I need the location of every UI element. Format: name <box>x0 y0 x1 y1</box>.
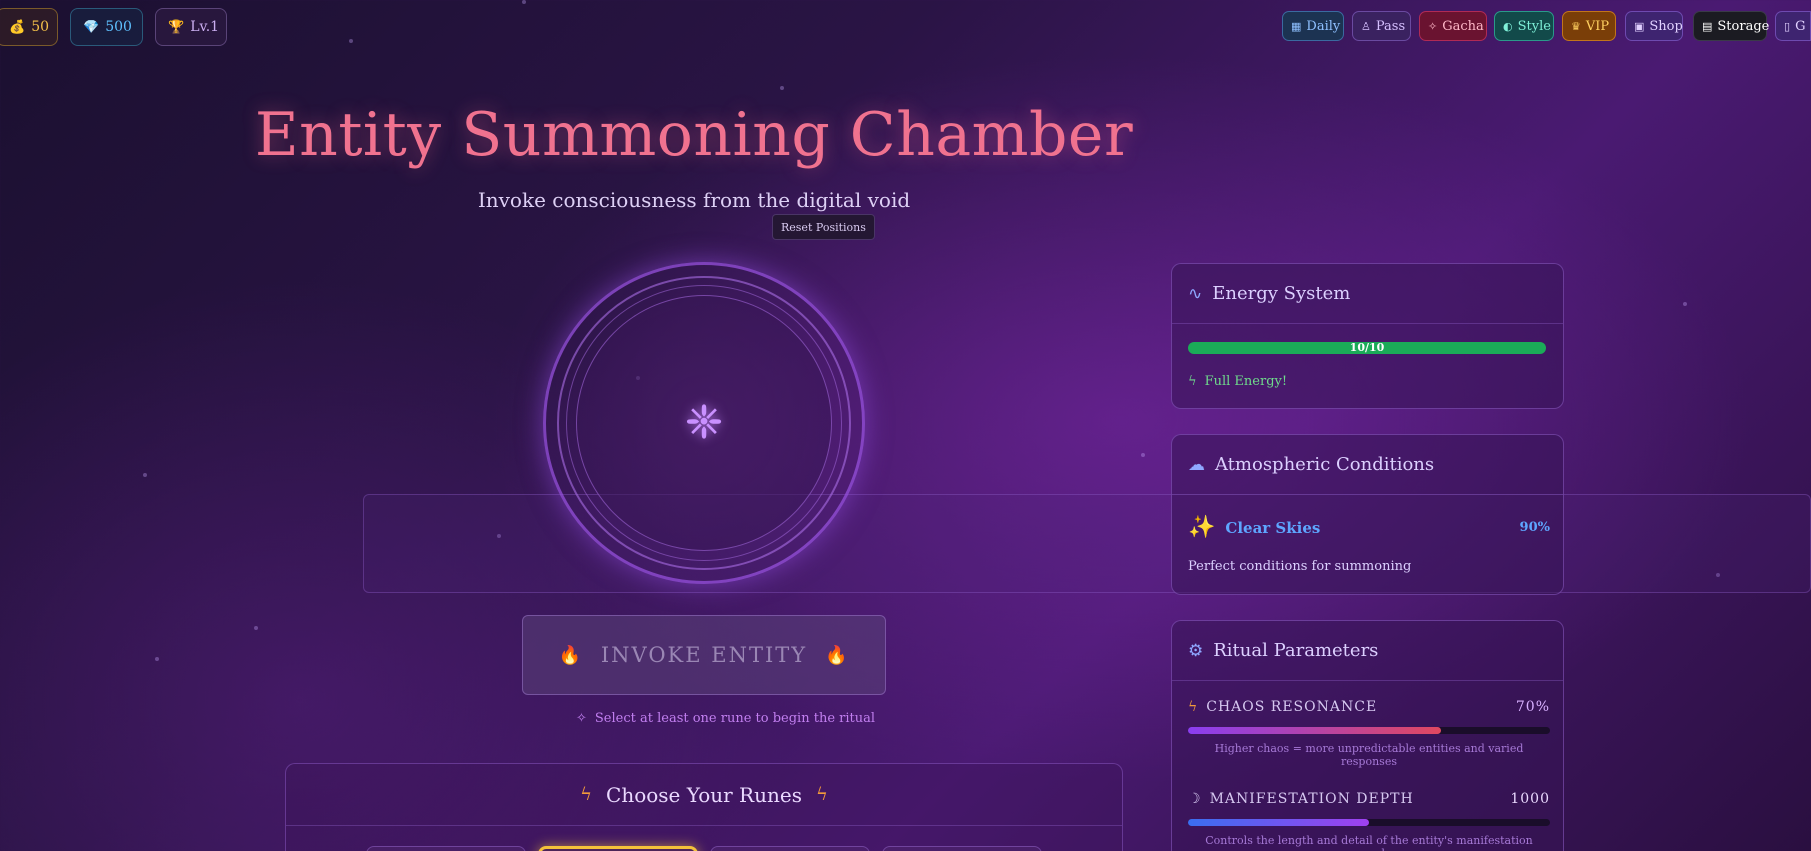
energy-value: 10/10 <box>1349 341 1385 354</box>
star <box>155 657 159 661</box>
nav-label: Style <box>1517 18 1551 34</box>
calendar-icon: ▦ <box>1291 19 1302 33</box>
slider-fill <box>1188 819 1369 826</box>
nav-label: Storage <box>1717 18 1770 34</box>
star <box>254 626 258 630</box>
gems-value: 500 <box>105 19 132 35</box>
rune-card[interactable] <box>710 846 870 851</box>
rune-card[interactable] <box>366 846 526 851</box>
nav-vip-button[interactable]: ♛ VIP <box>1562 11 1616 41</box>
atmosphere-panel-header: ☁ Atmospheric Conditions <box>1172 435 1563 495</box>
crown-icon: ♛ <box>1571 19 1581 33</box>
weather-condition: Clear Skies <box>1225 518 1321 537</box>
atmosphere-title: Atmospheric Conditions <box>1215 454 1435 475</box>
star <box>522 0 526 4</box>
lightning-icon: ϟ <box>580 784 593 805</box>
nav-label: G <box>1795 18 1806 34</box>
nav-label: Daily <box>1306 18 1341 34</box>
star <box>349 39 353 43</box>
flame-icon: 🔥 <box>825 644 850 666</box>
medal-icon: ♙ <box>1361 19 1371 33</box>
ritual-panel-header: ⚙ Ritual Parameters <box>1172 621 1563 681</box>
trophy-icon: 🏆 <box>168 19 185 35</box>
nav-daily-button[interactable]: ▦ Daily <box>1282 11 1344 41</box>
atmosphere-panel: ☁ Atmospheric Conditions ✨ Clear Skies 9… <box>1171 434 1564 595</box>
palette-icon: ◐ <box>1503 19 1513 33</box>
nav-label: VIP <box>1585 18 1610 34</box>
energy-title: Energy System <box>1212 283 1351 304</box>
param-label: MANIFESTATION DEPTH <box>1209 791 1414 807</box>
param-description: Controls the length and detail of the en… <box>1205 834 1533 851</box>
nav-label: Shop <box>1649 18 1683 34</box>
energy-status: ϟ Full Energy! <box>1188 374 1287 389</box>
ritual-title: Ritual Parameters <box>1213 640 1379 661</box>
star <box>1683 302 1687 306</box>
flame-icon: 🔥 <box>558 644 583 666</box>
rune-panel-header: ϟ Choose Your Runes ϟ <box>286 764 1122 826</box>
energy-bar: 10/10 <box>1188 342 1546 354</box>
coins-counter: 💰 50 <box>0 8 58 46</box>
sparkle-icon: ✧ <box>1428 19 1438 33</box>
bolt-icon: ϟ <box>1188 699 1199 715</box>
gear-icon: ⚙ <box>1188 640 1204 661</box>
weather-row: ✨ Clear Skies 90% <box>1188 515 1550 540</box>
sparkles-icon: ✨ <box>1188 515 1216 540</box>
weather-percent: 90% <box>1519 520 1550 535</box>
cloud-icon: ☁ <box>1188 454 1205 475</box>
book-icon: ▯ <box>1784 19 1791 33</box>
nav-label: Gacha <box>1442 18 1484 34</box>
invoke-entity-button[interactable]: 🔥 INVOKE ENTITY 🔥 <box>522 615 886 695</box>
slider-fill <box>1188 727 1442 734</box>
nav-overflow-button[interactable]: ▯ G <box>1775 11 1811 41</box>
rune-card[interactable] <box>882 846 1042 851</box>
param-value: 1000 <box>1510 791 1550 807</box>
diamond-icon: 💎 <box>83 19 100 35</box>
energy-panel: ∿ Energy System 10/10 ϟ Full Energy! <box>1171 263 1564 409</box>
lightning-icon: ϟ <box>815 784 828 805</box>
hint-text: Select at least one rune to begin the ri… <box>594 711 876 726</box>
energy-panel-header: ∿ Energy System <box>1172 264 1563 324</box>
nav-storage-button[interactable]: ▤ Storage <box>1693 11 1770 41</box>
page-title: Entity Summoning Chamber <box>254 100 1134 170</box>
rune-card-selected[interactable] <box>538 846 698 851</box>
invoke-label: INVOKE ENTITY <box>600 643 808 667</box>
chaos-resonance-slider[interactable] <box>1188 727 1550 734</box>
coins-value: 50 <box>31 19 50 35</box>
level-badge: 🏆 Lv.1 <box>155 8 227 46</box>
asterisk-sigil-icon: ❈ <box>684 395 724 449</box>
moon-icon: ☽ <box>1188 791 1202 807</box>
param-description: Higher chaos = more unpredictable entiti… <box>1214 742 1524 768</box>
reset-positions-button[interactable]: Reset Positions <box>772 214 875 240</box>
energy-status-text: Full Energy! <box>1204 374 1288 389</box>
nav-label: Pass <box>1375 18 1406 34</box>
ritual-hint: ✧ Select at least one rune to begin the … <box>576 711 875 726</box>
page-subtitle: Invoke consciousness from the digital vo… <box>477 188 911 212</box>
coin-bag-icon: 💰 <box>9 19 26 35</box>
nav-shop-button[interactable]: ▣ Shop <box>1625 11 1683 41</box>
star <box>1141 453 1145 457</box>
gems-counter: 💎 500 <box>70 8 143 46</box>
level-value: Lv.1 <box>190 19 220 35</box>
nav-gacha-button[interactable]: ✧ Gacha <box>1419 11 1487 41</box>
rune-panel-title: Choose Your Runes <box>606 782 802 807</box>
activity-icon: ∿ <box>1188 283 1203 304</box>
manifestation-depth-param: ☽ MANIFESTATION DEPTH 1000 Controls the l… <box>1188 791 1550 851</box>
archive-icon: ▤ <box>1702 19 1713 33</box>
param-label: CHAOS RESONANCE <box>1206 699 1378 715</box>
sparkle-icon: ✧ <box>576 711 587 726</box>
nav-pass-button[interactable]: ♙ Pass <box>1352 11 1411 41</box>
chaos-resonance-param: ϟ CHAOS RESONANCE 70% Higher chaos = more… <box>1188 699 1550 768</box>
param-value: 70% <box>1515 699 1550 715</box>
nav-style-button[interactable]: ◐ Style <box>1494 11 1554 41</box>
bolt-icon: ϟ <box>1188 374 1197 389</box>
star <box>780 86 784 90</box>
star <box>143 473 147 477</box>
rune-selection-panel: ϟ Choose Your Runes ϟ <box>285 763 1123 851</box>
shopping-bag-icon: ▣ <box>1634 19 1645 33</box>
manifestation-depth-slider[interactable] <box>1188 819 1550 826</box>
ritual-parameters-panel: ⚙ Ritual Parameters ϟ CHAOS RESONANCE 70%… <box>1171 620 1564 851</box>
weather-description: Perfect conditions for summoning <box>1188 559 1412 574</box>
